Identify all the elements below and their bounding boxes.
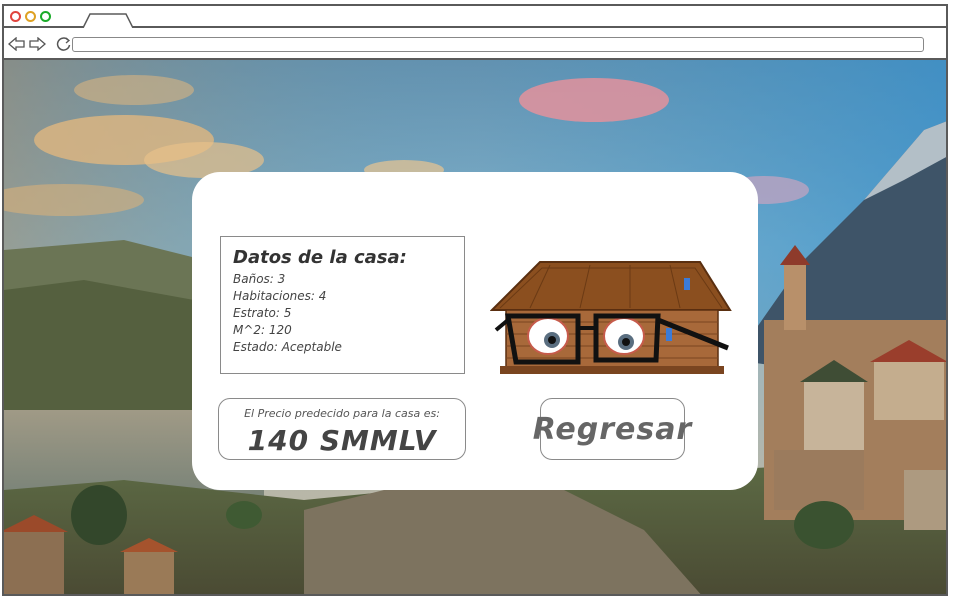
browser-toolbar: [4, 28, 946, 60]
predicted-price-value: 140 SMMLV: [247, 424, 437, 457]
url-bar[interactable]: [72, 37, 924, 52]
minimize-window-button[interactable]: [25, 11, 36, 22]
result-card: Datos de la casa: Baños: 3 Habitaciones:…: [192, 172, 758, 490]
browser-tab[interactable]: [82, 13, 134, 28]
house-data-title: Datos de la casa:: [233, 247, 407, 268]
title-bar: [4, 6, 946, 28]
back-arrow-icon[interactable]: [8, 37, 26, 51]
predicted-price-box: El Precio predecido para la casa es: 140…: [218, 398, 466, 460]
house-data-status: Estado: Aceptable: [233, 340, 342, 354]
close-window-button[interactable]: [10, 11, 21, 22]
browser-window: Datos de la casa: Baños: 3 Habitaciones:…: [2, 4, 948, 596]
predicted-price-label: El Precio predecido para la casa es:: [244, 407, 440, 420]
forward-arrow-icon[interactable]: [28, 37, 46, 51]
house-data-area: M^2: 120: [233, 323, 292, 337]
house-data-stratum: Estrato: 5: [233, 306, 292, 320]
page-viewport: Datos de la casa: Baños: 3 Habitaciones:…: [4, 60, 946, 594]
house-data-box: Datos de la casa: Baños: 3 Habitaciones:…: [220, 236, 465, 374]
maximize-window-button[interactable]: [40, 11, 51, 22]
house-data-bathrooms: Baños: 3: [233, 272, 286, 286]
regresar-button[interactable]: Regresar: [533, 398, 691, 460]
cartoon-house-with-glasses-image: [490, 261, 732, 374]
reload-icon[interactable]: [56, 36, 72, 52]
house-data-rooms: Habitaciones: 4: [233, 289, 327, 303]
